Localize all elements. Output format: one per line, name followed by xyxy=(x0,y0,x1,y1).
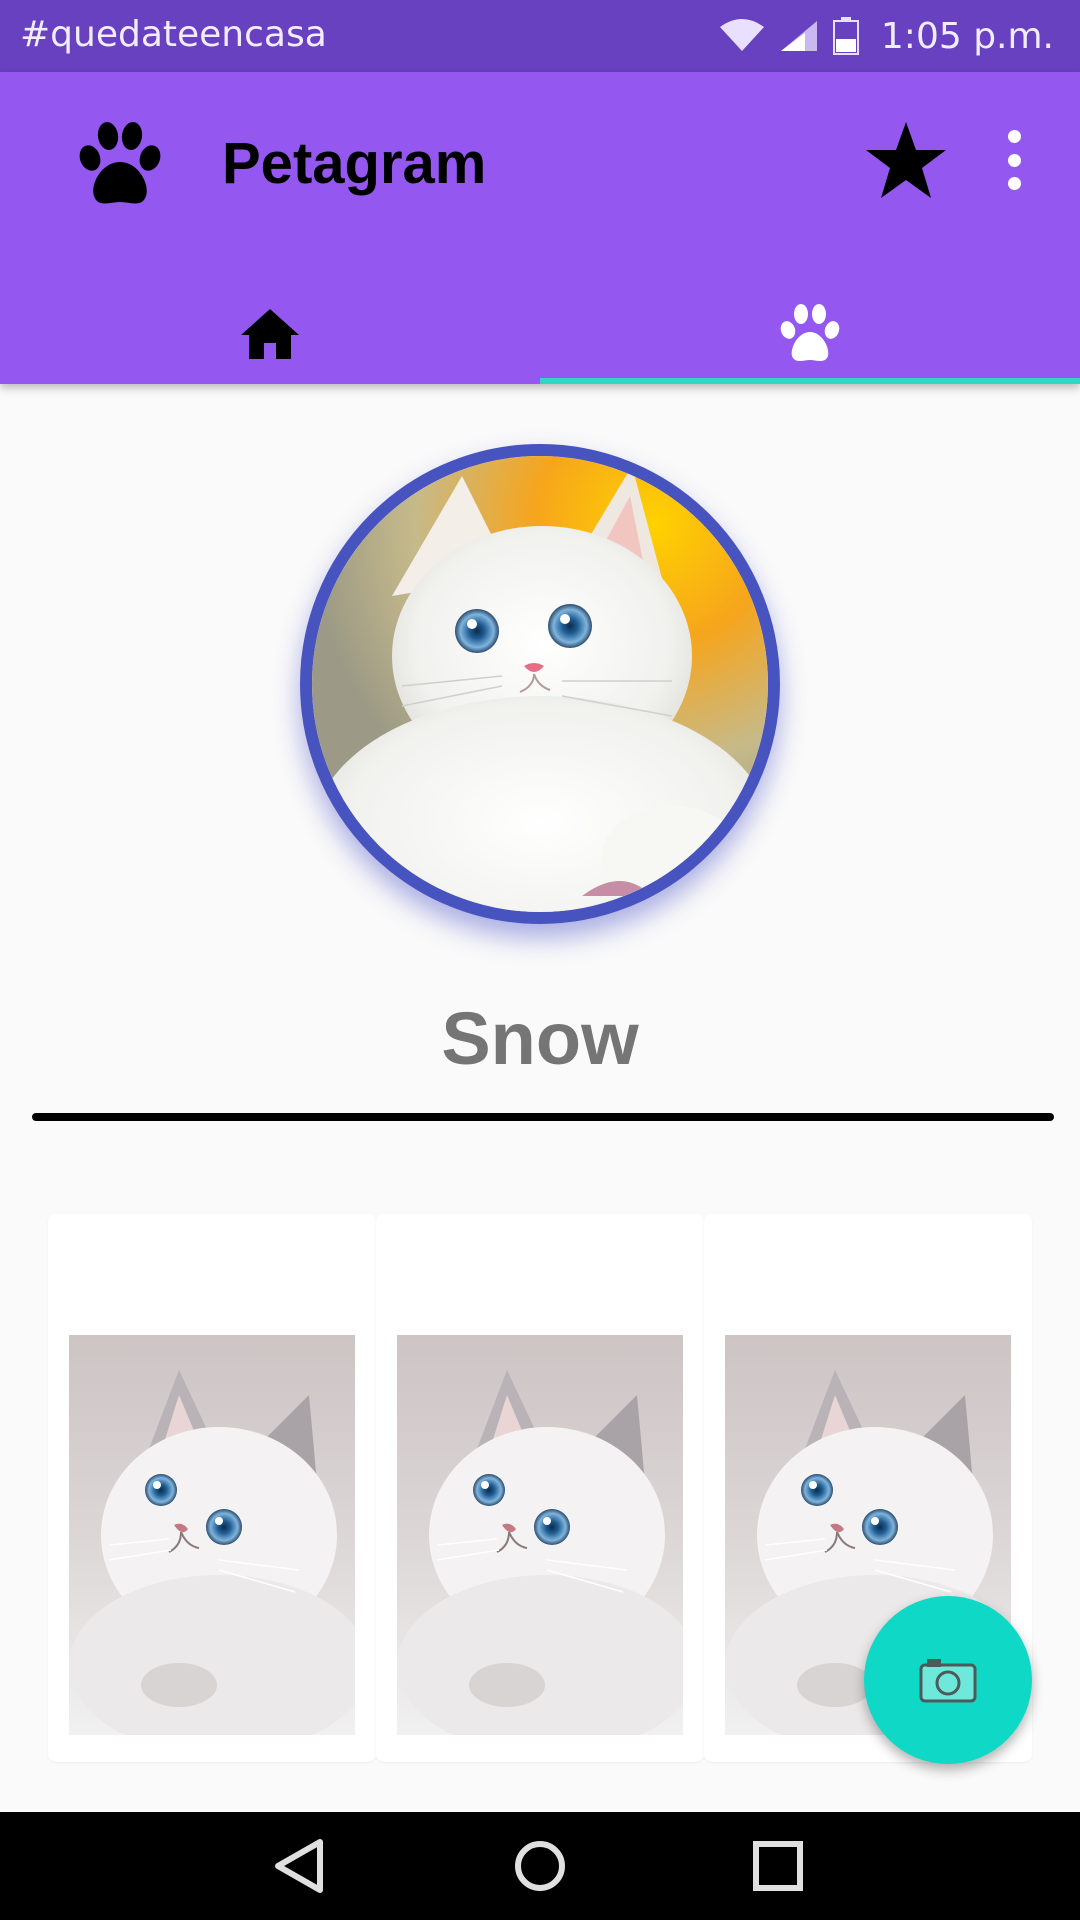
kitten-photo xyxy=(69,1335,355,1735)
tab-pet[interactable] xyxy=(540,284,1080,384)
camera-icon xyxy=(919,1659,977,1703)
profile-avatar xyxy=(300,444,780,924)
app-title: Petagram xyxy=(222,131,487,196)
pet-name: Snow xyxy=(441,997,639,1080)
paw-icon xyxy=(79,122,161,204)
star-icon[interactable] xyxy=(864,118,948,202)
divider xyxy=(32,1113,1054,1121)
signal-icon xyxy=(780,21,817,51)
white-cat-photo xyxy=(312,456,768,912)
status-carrier-text: #quedateencasa xyxy=(20,14,327,55)
tab-home[interactable] xyxy=(0,284,540,384)
status-icons: 1:05 p.m. xyxy=(719,10,1054,62)
status-time: 1:05 p.m. xyxy=(880,15,1054,57)
status-bar: #quedateencasa 1:05 p.m. xyxy=(0,0,1080,72)
gallery-card[interactable] xyxy=(376,1214,704,1762)
gallery-card[interactable] xyxy=(48,1214,376,1762)
wifi-icon xyxy=(719,19,764,51)
system-nav-bar xyxy=(0,1812,1080,1920)
back-icon[interactable] xyxy=(264,1830,336,1902)
tab-indicator xyxy=(540,378,1080,384)
app-bar: Petagram xyxy=(0,72,1080,384)
kitten-photo xyxy=(397,1335,683,1735)
paw-icon xyxy=(780,304,840,361)
home-circle-icon[interactable] xyxy=(504,1830,576,1902)
recents-icon[interactable] xyxy=(742,1830,814,1902)
camera-fab[interactable] xyxy=(864,1596,1032,1764)
battery-icon xyxy=(832,17,859,55)
home-icon xyxy=(241,309,299,359)
more-vert-icon[interactable] xyxy=(996,124,1032,196)
